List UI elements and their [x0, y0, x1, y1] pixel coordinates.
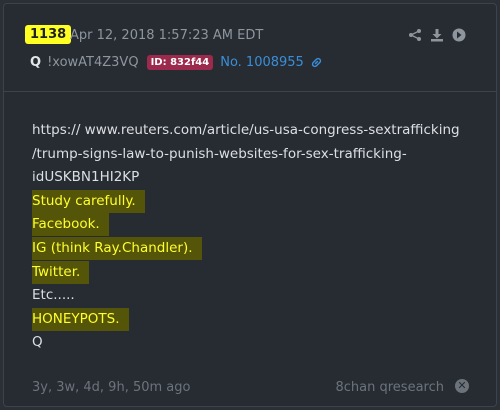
post-age: 3y, 3w, 4d, 9h, 50m ago	[32, 380, 191, 395]
post-line: Q	[32, 331, 472, 355]
arrow-right-circle-icon[interactable]	[452, 28, 466, 42]
post-source[interactable]: 8chan qresearch	[336, 380, 445, 395]
highlighted-text: Study carefully.	[32, 189, 145, 213]
post-text[interactable]: /trump-signs-law-to-punish-websites-for-…	[32, 146, 407, 162]
post-line: Facebook.	[32, 213, 472, 237]
post-line: Etc.....	[32, 284, 472, 308]
post-card: 1138 Apr 12, 2018 1:57:23 AM EDT Q !xowA…	[3, 3, 497, 407]
post-text: Etc.....	[32, 287, 75, 304]
download-icon[interactable]	[430, 28, 444, 42]
post-line: HONEYPOTS.	[32, 307, 472, 332]
poster-info: Q !xowAT4Z3VQ ID: 832f44 No. 1008955	[30, 55, 323, 70]
highlighted-text: Twitter.	[32, 260, 90, 284]
poster-id-badge: ID: 832f44	[146, 55, 214, 70]
close-icon[interactable]: ✕	[455, 379, 469, 393]
post-line: /trump-signs-law-to-punish-websites-for-…	[32, 143, 472, 167]
highlighted-text: HONEYPOTS.	[32, 307, 129, 331]
post-id-link[interactable]: No. 1008955	[220, 55, 304, 70]
header-actions	[408, 28, 466, 42]
post-line: Study carefully.	[32, 189, 472, 214]
share-icon[interactable]	[408, 28, 422, 42]
post-number-badge[interactable]: 1138	[25, 25, 72, 44]
highlighted-text: IG (think Ray.Chandler).	[32, 236, 202, 260]
post-body: https:// www.reuters.com/article/us-usa-…	[32, 119, 472, 355]
poster-name: Q	[30, 55, 42, 70]
post-text[interactable]: idUSKBN1HI2KP	[32, 169, 139, 185]
tripcode: !xowAT4Z3VQ	[47, 55, 139, 70]
post-line: idUSKBN1HI2KP	[32, 166, 472, 190]
post-header: 1138 Apr 12, 2018 1:57:23 AM EDT Q !xowA…	[4, 4, 496, 92]
post-line: IG (think Ray.Chandler).	[32, 236, 472, 261]
link-icon[interactable]	[310, 56, 323, 69]
post-line: Twitter.	[32, 260, 472, 285]
post-date: Apr 12, 2018 1:57:23 AM EDT	[70, 28, 264, 43]
post-text[interactable]: https:// www.reuters.com/article/us-usa-…	[32, 122, 460, 138]
post-line: https:// www.reuters.com/article/us-usa-…	[32, 119, 472, 143]
post-text: Q	[32, 334, 43, 351]
highlighted-text: Facebook.	[32, 213, 109, 237]
